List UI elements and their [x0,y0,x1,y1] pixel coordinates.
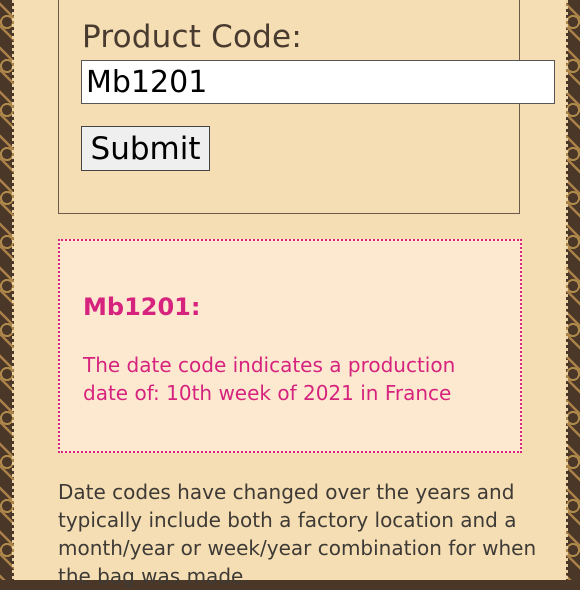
product-code-form: Product Code: Submit [58,0,555,214]
result-message: The date code indicates a production dat… [83,353,456,405]
submit-button[interactable]: Submit [81,126,210,171]
date-code-info-paragraph: Date codes have changed over the years a… [58,480,537,588]
stitching-right [566,0,568,580]
page-content: Product Code: Submit Mb1201: The date co… [14,0,566,588]
result-code-heading: Mb1201: [83,293,201,321]
product-code-label: Product Code: [82,19,302,55]
result-panel: Mb1201: The date code indicates a produc… [58,239,522,453]
monogram-border-right [566,0,580,580]
product-code-input[interactable] [81,60,555,104]
